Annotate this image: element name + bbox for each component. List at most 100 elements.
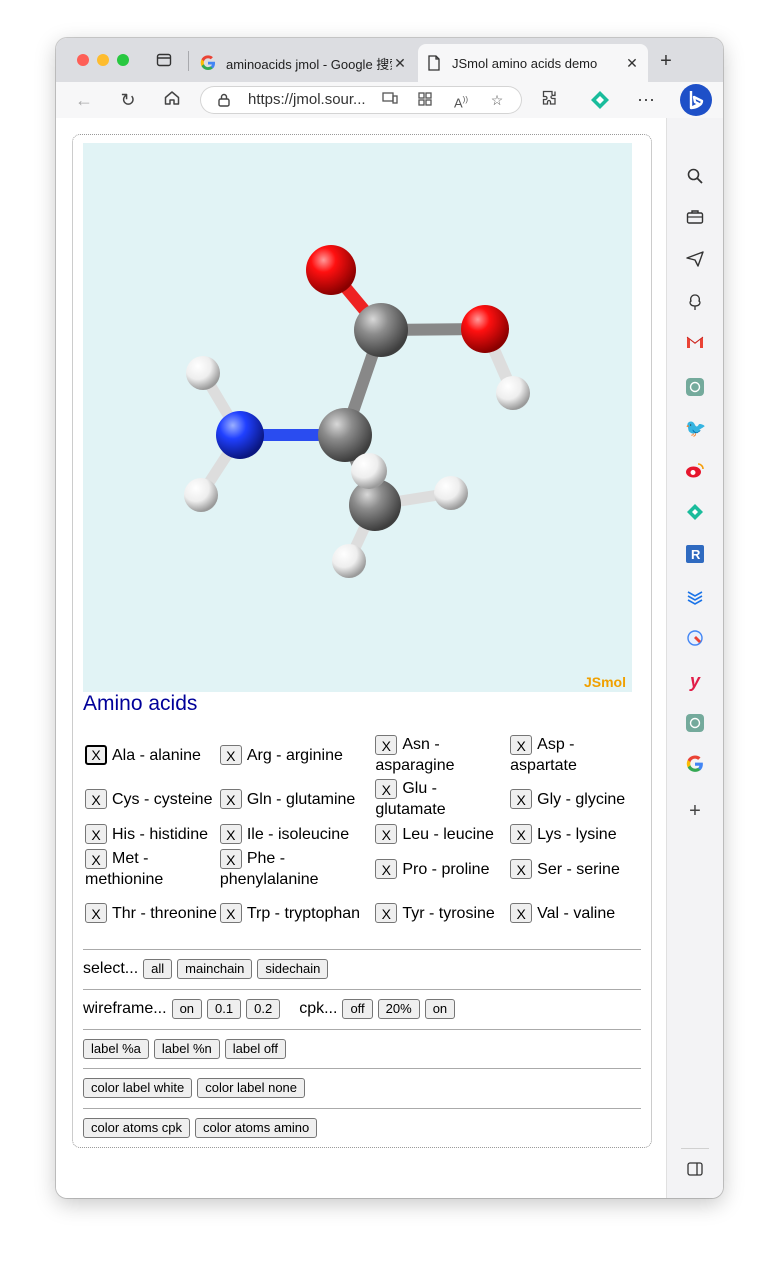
color-label-white-button[interactable]: color label white [83,1078,193,1098]
close-icon[interactable]: ✕ [624,55,640,72]
arg-button[interactable]: X [219,745,242,765]
briefcase-icon[interactable] [685,209,705,229]
url-text[interactable]: https://jmol.sour... [248,91,366,108]
atom-hydrogen[interactable] [332,544,366,578]
ile-button[interactable]: X [219,824,242,844]
extension-diamond-icon[interactable] [588,89,612,111]
thr-button[interactable]: X [85,903,107,924]
address-bar[interactable]: https://jmol.sour... A)) ☆ [200,86,522,114]
chatgpt-icon[interactable] [685,713,705,733]
atom-hydrogen[interactable] [186,356,220,390]
search-icon[interactable] [685,167,705,187]
trp-button[interactable]: X [219,903,242,923]
svg-text:R: R [691,547,701,562]
glu-button[interactable]: X [375,778,398,799]
favorite-add-icon[interactable]: ☆ [488,91,506,109]
his-button[interactable]: X [85,824,107,844]
jsmol-viewer[interactable]: JSmol [83,143,632,692]
back-icon[interactable]: ← [72,89,96,111]
ala-button[interactable]: X [85,745,107,765]
select-mainchain-button[interactable]: mainchain [177,959,253,979]
chatgpt-icon[interactable] [685,377,705,397]
extensions-icon[interactable] [538,89,562,111]
label-color-controls: color label white color label none [83,1076,641,1100]
amino-acid-gln: X Gln - glutamine [219,789,376,810]
molecule-3d-render[interactable] [83,143,632,692]
atom-hydrogen[interactable] [184,478,218,512]
atom-nitrogen[interactable] [216,411,264,459]
color-label-none-button[interactable]: color label none [197,1078,306,1098]
more-options-icon[interactable]: ⋯ [634,89,658,111]
demo-panel: JSmol Amino acids X Ala - alanine X Arg - … [72,134,652,1148]
atom-carbon[interactable] [354,303,408,357]
close-icon[interactable]: ✕ [392,55,408,72]
met-button[interactable]: X [85,848,107,869]
atom-hydrogen[interactable] [496,376,530,410]
amino-acid-label: Gly - glycine [537,790,626,808]
select-sidechain-button[interactable]: sidechain [257,959,329,979]
gmail-icon[interactable] [685,335,705,355]
browser-toolbar: ← ↻ https://jmol.sour... A)) ☆ ⋯ [56,82,723,119]
apps-icon[interactable] [416,91,434,109]
sidebar-separator [681,1148,709,1149]
select-controls: select... all mainchain sidechain [83,957,641,981]
close-window-button[interactable] [77,54,89,66]
cpk-20-button[interactable]: 20% [377,999,420,1019]
r-app-icon[interactable]: R [685,545,705,565]
wireframe-01-button[interactable]: 0.1 [207,999,242,1019]
reload-icon[interactable]: ↻ [116,89,140,111]
sidebar-toggle-icon[interactable] [685,1162,705,1182]
read-aloud-icon[interactable]: A)) [452,91,470,110]
tab-separator [188,51,189,71]
select-all-button[interactable]: all [143,959,173,979]
atom-oxygen[interactable] [306,245,356,295]
lys-button[interactable]: X [510,824,533,844]
wireframe-on-button[interactable]: on [171,999,203,1019]
y-app-icon[interactable]: y [685,671,705,691]
globe-pin-icon[interactable] [685,629,705,649]
tab-actions-icon[interactable] [156,52,174,68]
cpk-off-button[interactable]: off [342,999,373,1019]
tab-title: JSmol amino acids demo [452,55,598,71]
cpk-on-button[interactable]: on [424,999,456,1019]
amino-acid-ser: X Ser - serine [510,859,645,880]
tree-icon[interactable] [685,293,705,313]
tyr-button[interactable]: X [375,903,398,923]
atom-hydrogen[interactable] [351,453,387,489]
color-atoms-cpk-button[interactable]: color atoms cpk [83,1118,191,1138]
label-name-button[interactable]: label %n [153,1039,220,1059]
asn-button[interactable]: X [375,734,398,755]
label-atom-button[interactable]: label %a [83,1039,149,1059]
minimize-window-button[interactable] [97,54,109,66]
add-icon[interactable]: + [685,801,705,821]
tab-jsmol-demo[interactable]: JSmol amino acids demo ✕ [418,44,648,82]
twitter-icon[interactable]: 🐦 [685,419,706,439]
cys-button[interactable]: X [85,789,107,809]
gln-button[interactable]: X [219,789,242,809]
atom-oxygen[interactable] [461,305,509,353]
ser-button[interactable]: X [510,859,533,879]
gly-button[interactable]: X [510,789,533,809]
lock-icon[interactable] [216,92,232,108]
color-atoms-amino-button[interactable]: color atoms amino [195,1118,318,1138]
wireframe-02-button[interactable]: 0.2 [246,999,281,1019]
weibo-icon[interactable] [685,461,705,481]
device-icon[interactable] [381,91,399,109]
new-tab-icon[interactable]: + [656,50,676,73]
maximize-window-button[interactable] [117,54,129,66]
google-icon[interactable] [685,755,705,775]
copilot-icon[interactable] [680,84,712,116]
extension-diamond-icon[interactable] [685,503,705,523]
layers-icon[interactable] [685,587,705,607]
divider [83,1029,641,1030]
home-icon[interactable] [160,89,184,111]
tab-google-search[interactable]: aminoacids jmol - Google 搜索 ✕ [192,44,416,82]
leu-button[interactable]: X [375,824,398,844]
label-off-button[interactable]: label off [224,1039,287,1059]
pro-button[interactable]: X [375,859,398,879]
send-icon[interactable] [685,251,705,271]
phe-button[interactable]: X [219,848,242,869]
asp-button[interactable]: X [510,734,533,755]
val-button[interactable]: X [510,903,533,923]
atom-hydrogen[interactable] [434,476,468,510]
